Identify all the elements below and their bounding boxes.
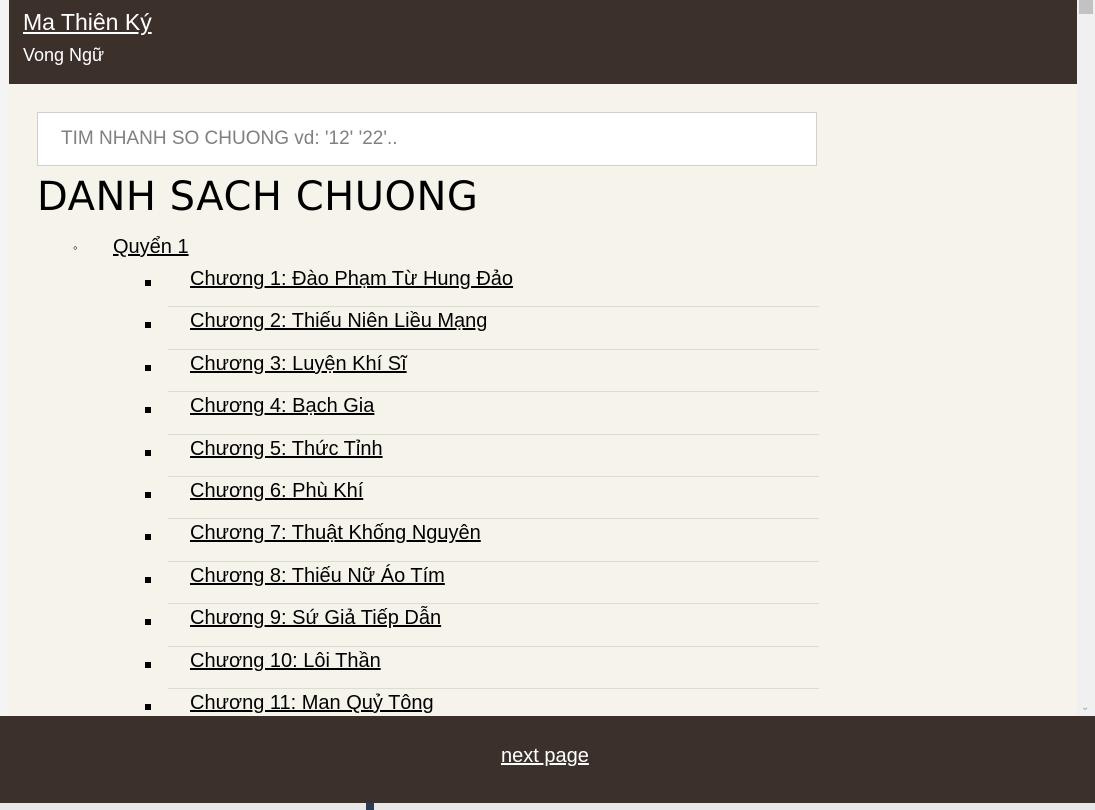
story-title-link[interactable]: Ma Thiên Ký bbox=[23, 9, 152, 36]
chapter-list-item: Chương 2: Thiếu Niên Liều Mạng bbox=[139, 306, 819, 350]
chapter-link[interactable]: Chương 9: Sứ Giả Tiếp Dẫn bbox=[190, 607, 441, 630]
author-name: Vong Ngữ bbox=[23, 45, 105, 65]
square-bullet-icon bbox=[145, 661, 151, 668]
vertical-scrollbar[interactable]: ⌄ bbox=[1077, 0, 1095, 716]
chapter-link[interactable]: Chương 11: Man Quỷ Tông bbox=[190, 692, 434, 715]
chapter-link[interactable]: Chương 2: Thiếu Niên Liều Mạng bbox=[190, 310, 487, 333]
chapter-list-item: Chương 9: Sứ Giả Tiếp Dẫn bbox=[139, 603, 819, 647]
square-bullet-icon bbox=[145, 576, 151, 583]
square-bullet-icon bbox=[145, 364, 151, 371]
chapter-list-panel: DANH SACH CHUONG ◦ Quyển 1 Chương 1: Đào… bbox=[9, 84, 1077, 716]
square-bullet-icon bbox=[145, 322, 151, 329]
chapter-list-item: Chương 8: Thiếu Nữ Áo Tím bbox=[139, 561, 819, 605]
chapter-list-item: Chương 7: Thuật Khống Nguyên bbox=[139, 518, 819, 562]
chapter-link[interactable]: Chương 6: Phù Khí bbox=[190, 480, 363, 503]
chapter-link[interactable]: Chương 3: Luyện Khí Sĩ bbox=[190, 353, 407, 376]
square-bullet-icon bbox=[145, 407, 151, 414]
chapter-list-item: Chương 4: Bạch Gia bbox=[139, 391, 819, 435]
chapter-list-item: Chương 3: Luyện Khí Sĩ bbox=[139, 349, 819, 393]
volume-link[interactable]: Quyển 1 bbox=[113, 236, 189, 259]
chapter-link[interactable]: Chương 8: Thiếu Nữ Áo Tím bbox=[190, 565, 445, 588]
chapter-link[interactable]: Chương 7: Thuật Khống Nguyên bbox=[190, 522, 481, 545]
chapter-link[interactable]: Chương 4: Bạch Gia bbox=[190, 395, 374, 418]
scrollbar-thumb[interactable] bbox=[1079, 0, 1093, 14]
chapter-search-input[interactable] bbox=[38, 113, 816, 165]
square-bullet-icon bbox=[145, 449, 151, 456]
square-bullet-icon bbox=[145, 703, 151, 710]
square-bullet-icon bbox=[145, 280, 151, 286]
window-frame-left bbox=[0, 0, 9, 716]
chapter-list-item: Chương 11: Man Quỷ Tông bbox=[139, 688, 819, 716]
chapter-list-item: Chương 5: Thức Tỉnh bbox=[139, 434, 819, 477]
site-header: Ma Thiên Ký Vong Ngữ bbox=[9, 0, 1077, 84]
chapter-list-item: Chương 6: Phù Khí bbox=[139, 476, 819, 520]
page-title: DANH SACH CHUONG bbox=[37, 174, 479, 220]
square-bullet-icon bbox=[145, 534, 151, 541]
chapter-link[interactable]: Chương 5: Thức Tỉnh bbox=[190, 438, 383, 461]
chapter-list-item: Chương 1: Đào Phạm Từ Hung Đảo bbox=[139, 264, 819, 308]
chapter-search-box[interactable] bbox=[37, 112, 817, 166]
next-page-link[interactable]: next page bbox=[501, 745, 589, 768]
chapter-list-item: Chương 10: Lôi Thần bbox=[139, 646, 819, 689]
taskbar-mark bbox=[366, 803, 374, 810]
chapter-link[interactable]: Chương 1: Đào Phạm Từ Hung Đảo bbox=[190, 268, 513, 291]
square-bullet-icon bbox=[145, 491, 151, 498]
taskbar-strip bbox=[0, 803, 1095, 810]
square-bullet-icon bbox=[145, 619, 151, 626]
chapter-link[interactable]: Chương 10: Lôi Thần bbox=[190, 650, 381, 673]
circle-bullet-icon: ◦ bbox=[73, 240, 78, 255]
site-footer: next page bbox=[0, 716, 1095, 803]
chapter-list: Chương 1: Đào Phạm Từ Hung Đảo Chương 2: … bbox=[139, 264, 819, 716]
